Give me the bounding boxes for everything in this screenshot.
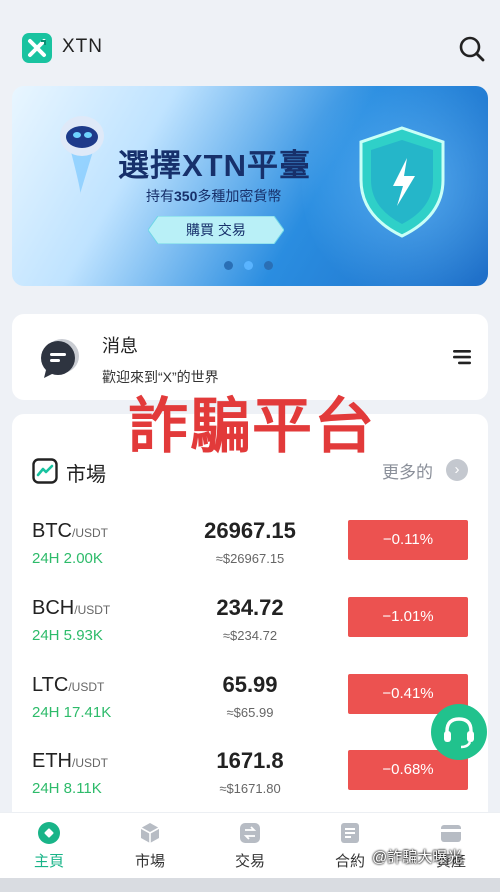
carousel-dot[interactable]: [224, 261, 233, 270]
carousel-dots: [224, 257, 284, 270]
price: 65.99: [222, 672, 278, 697]
exchange-icon: [240, 823, 260, 843]
converted-price: ≈$65.99: [226, 705, 274, 720]
carousel-dot[interactable]: [264, 261, 273, 270]
volume: 24H 5.93K: [32, 627, 103, 644]
market-title: 市場: [66, 464, 106, 486]
app-title: XTN: [62, 36, 103, 57]
quote-currency: /USDT: [72, 526, 108, 540]
banner-button-label: 購買 交易: [186, 222, 246, 238]
price: 234.72: [216, 595, 284, 620]
shield-icon: [357, 126, 447, 243]
banner-title: 選擇XTN平臺: [118, 148, 311, 183]
symbol: LTC: [32, 674, 69, 696]
chevron-right-icon[interactable]: ›: [446, 459, 468, 481]
app-header: XTN: [0, 0, 500, 84]
message-icon: [38, 336, 82, 385]
overlay-warning-text: 詐騙平台: [128, 393, 376, 460]
change-badge[interactable]: −1.01%: [348, 597, 468, 637]
banner-buy-trade-button[interactable]: 購買 交易: [148, 216, 284, 244]
astronaut-icon: [52, 104, 112, 199]
market-row[interactable]: ETH/USDT 24H 8.11K 1671.8 ≈$1671.80 −0.6…: [12, 740, 488, 810]
tab-label: 主頁: [33, 853, 64, 870]
contract-icon: [341, 823, 359, 843]
home-icon: [38, 822, 60, 844]
price: 26967.15: [204, 518, 296, 543]
market-row[interactable]: BCH/USDT 24H 5.93K 234.72 ≈$234.72 −1.01…: [12, 587, 488, 657]
volume: 24H 2.00K: [32, 550, 103, 567]
banner-subtitle-prefix: 持有: [146, 188, 174, 204]
change-badge[interactable]: −0.11%: [348, 520, 468, 560]
banner-subtitle-suffix: 多種加密貨幣: [197, 188, 282, 204]
tab-label: 市場: [134, 853, 165, 870]
promo-banner[interactable]: 選擇XTN平臺 持有350多種加密貨幣 購買 交易: [12, 86, 488, 286]
pair-symbol: BCH/USDT: [32, 597, 110, 620]
bottom-tab-bar: 主頁 市場 交易 合約 資產: [0, 812, 500, 878]
more-link[interactable]: 更多的: [382, 458, 433, 483]
market-row[interactable]: LTC/USDT 24H 17.41K 65.99 ≈$65.99 −0.41%: [12, 664, 488, 734]
quote-currency: /USDT: [74, 603, 111, 617]
converted-price: ≈$234.72: [222, 628, 278, 643]
wallet-icon: [441, 825, 461, 842]
system-bottom-bar: [0, 878, 500, 892]
symbol: BTC: [32, 520, 72, 542]
pair-symbol: LTC/USDT: [32, 674, 104, 697]
quote-currency: /USDT: [68, 680, 105, 694]
symbol: ETH: [32, 750, 72, 772]
banner-subtitle-count: 350: [174, 188, 198, 204]
search-icon[interactable]: [457, 34, 487, 64]
headset-icon[interactable]: [431, 704, 487, 760]
tab-label: 交易: [234, 853, 265, 870]
symbol: BCH: [32, 597, 75, 619]
chart-icon: [32, 458, 58, 489]
converted-price: ≈$1671.80: [219, 781, 281, 796]
xtn-logo-icon: [22, 33, 52, 63]
menu-icon[interactable]: [453, 349, 473, 370]
quote-currency: /USDT: [72, 756, 108, 770]
volume: 24H 17.41K: [32, 704, 112, 721]
volume: 24H 8.11K: [32, 780, 102, 797]
market-row[interactable]: BTC/USDT 24H 2.00K 26967.15 ≈$26967.15 −…: [12, 510, 488, 580]
tab-trade[interactable]: 交易: [215, 821, 285, 871]
market-card: 市場 更多的 › BTC/USDT 24H 2.00K 26967.15 ≈$2…: [12, 414, 488, 834]
notice-title: 消息: [102, 336, 138, 356]
tab-home[interactable]: 主頁: [14, 821, 84, 871]
banner-subtitle: 持有350多種加密貨幣: [146, 186, 281, 206]
source-credit: @詐騙大曝光: [372, 849, 463, 866]
carousel-dot-active[interactable]: [244, 261, 253, 270]
tab-market[interactable]: 市場: [115, 821, 185, 871]
cube-icon: [140, 823, 160, 843]
pair-symbol: ETH/USDT: [32, 750, 108, 773]
pair-symbol: BTC/USDT: [32, 520, 108, 543]
price: 1671.8: [216, 748, 284, 773]
converted-price: ≈$26967.15: [215, 551, 285, 566]
